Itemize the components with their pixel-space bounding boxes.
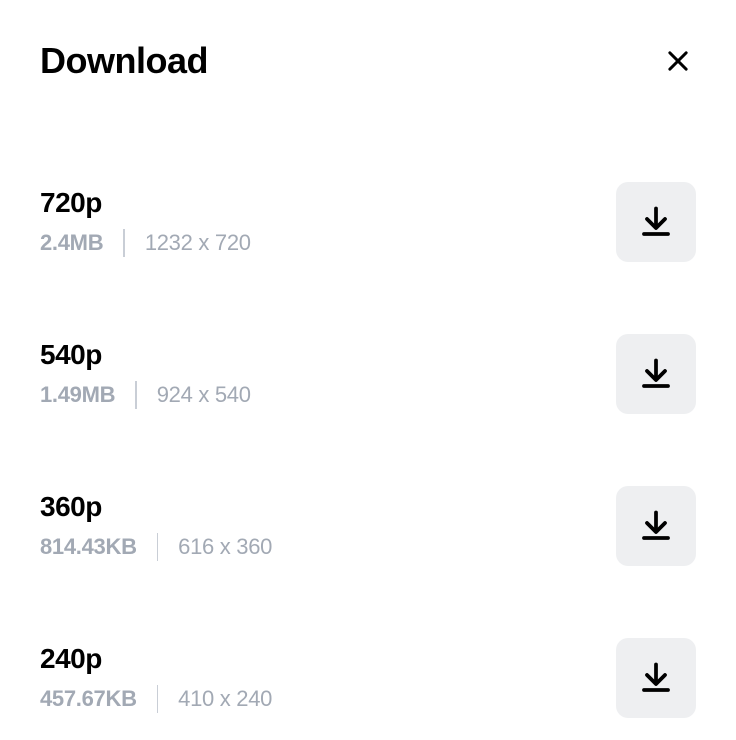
resolution-label: 720p	[40, 187, 251, 219]
download-option-240p: 240p 457.67KB 410 x 240	[40, 638, 696, 718]
resolution-label: 240p	[40, 643, 272, 675]
close-button[interactable]	[660, 43, 696, 79]
download-button-540p[interactable]	[616, 334, 696, 414]
filesize-label: 1.49MB	[40, 382, 115, 408]
download-icon	[638, 356, 674, 392]
download-icon	[638, 660, 674, 696]
filesize-label: 814.43KB	[40, 534, 137, 560]
meta-divider	[157, 533, 159, 561]
download-option-540p: 540p 1.49MB 924 x 540	[40, 334, 696, 414]
option-meta: 457.67KB 410 x 240	[40, 685, 272, 713]
download-button-240p[interactable]	[616, 638, 696, 718]
close-icon	[664, 47, 692, 75]
dimensions-label: 1232 x 720	[145, 230, 251, 256]
download-icon	[638, 508, 674, 544]
option-info: 360p 814.43KB 616 x 360	[40, 491, 272, 561]
option-info: 540p 1.49MB 924 x 540	[40, 339, 251, 409]
filesize-label: 457.67KB	[40, 686, 137, 712]
option-meta: 814.43KB 616 x 360	[40, 533, 272, 561]
option-meta: 2.4MB 1232 x 720	[40, 229, 251, 257]
dialog-header: Download	[40, 40, 696, 82]
download-option-720p: 720p 2.4MB 1232 x 720	[40, 182, 696, 262]
filesize-label: 2.4MB	[40, 230, 103, 256]
resolution-label: 540p	[40, 339, 251, 371]
meta-divider	[157, 685, 159, 713]
download-option-360p: 360p 814.43KB 616 x 360	[40, 486, 696, 566]
resolution-label: 360p	[40, 491, 272, 523]
dialog-title: Download	[40, 40, 208, 82]
dimensions-label: 924 x 540	[157, 382, 251, 408]
dimensions-label: 410 x 240	[178, 686, 272, 712]
meta-divider	[123, 229, 125, 257]
meta-divider	[135, 381, 137, 409]
download-button-360p[interactable]	[616, 486, 696, 566]
download-button-720p[interactable]	[616, 182, 696, 262]
dimensions-label: 616 x 360	[178, 534, 272, 560]
option-meta: 1.49MB 924 x 540	[40, 381, 251, 409]
download-icon	[638, 204, 674, 240]
download-options-list: 720p 2.4MB 1232 x 720 540p 1.49MB 924 x …	[40, 182, 696, 718]
option-info: 240p 457.67KB 410 x 240	[40, 643, 272, 713]
option-info: 720p 2.4MB 1232 x 720	[40, 187, 251, 257]
